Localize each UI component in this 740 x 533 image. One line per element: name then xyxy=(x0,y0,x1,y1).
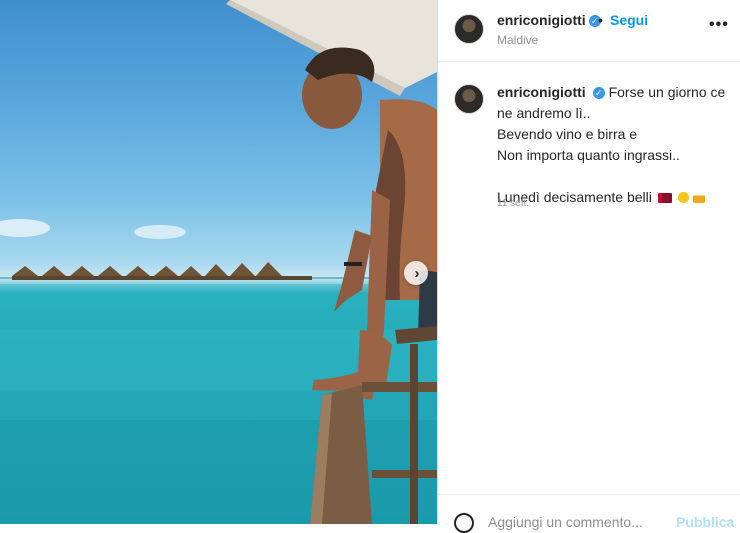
verified-badge-icon: ✓ xyxy=(592,87,605,99)
post-details-pane: enriconigiotti ✓ • Segui Maldive ••• enri… xyxy=(438,0,740,533)
beer-emoji-icon xyxy=(692,192,705,203)
emoji-icon[interactable] xyxy=(454,513,474,533)
author-username-wrapper: enriconigiotti ✓ xyxy=(497,12,601,28)
avatar[interactable] xyxy=(454,14,484,44)
post-header: enriconigiotti ✓ • Segui Maldive ••• xyxy=(438,0,740,62)
caption-line: Bevendo vino e birra e xyxy=(497,126,638,142)
location-link[interactable]: Maldive xyxy=(497,33,538,47)
maldives-scene-illustration xyxy=(0,0,437,524)
smile-emoji-icon xyxy=(677,192,689,203)
caption-avatar[interactable] xyxy=(454,84,484,114)
flag-emoji-icon xyxy=(657,193,672,203)
publish-button[interactable]: Pubblica xyxy=(676,514,734,530)
caption-line: Non importa quanto ingrassi.. xyxy=(497,147,680,163)
separator-dot: • xyxy=(598,12,603,28)
author-username[interactable]: enriconigiotti xyxy=(497,12,586,28)
caption-text: enriconigiotti ✓ Forse un giorno ce ne an… xyxy=(497,82,737,208)
comment-bar: Pubblica xyxy=(438,494,740,533)
follow-button[interactable]: Segui xyxy=(610,12,648,28)
comment-input[interactable] xyxy=(488,512,658,532)
more-options-icon[interactable]: ••• xyxy=(709,16,729,34)
post-photo[interactable]: › xyxy=(0,0,437,524)
post-timestamp[interactable]: 11 sett. xyxy=(497,198,529,209)
chevron-right-icon: › xyxy=(414,264,420,282)
carousel-next-button[interactable]: › xyxy=(404,261,428,285)
caption-username[interactable]: enriconigiotti xyxy=(497,84,586,100)
